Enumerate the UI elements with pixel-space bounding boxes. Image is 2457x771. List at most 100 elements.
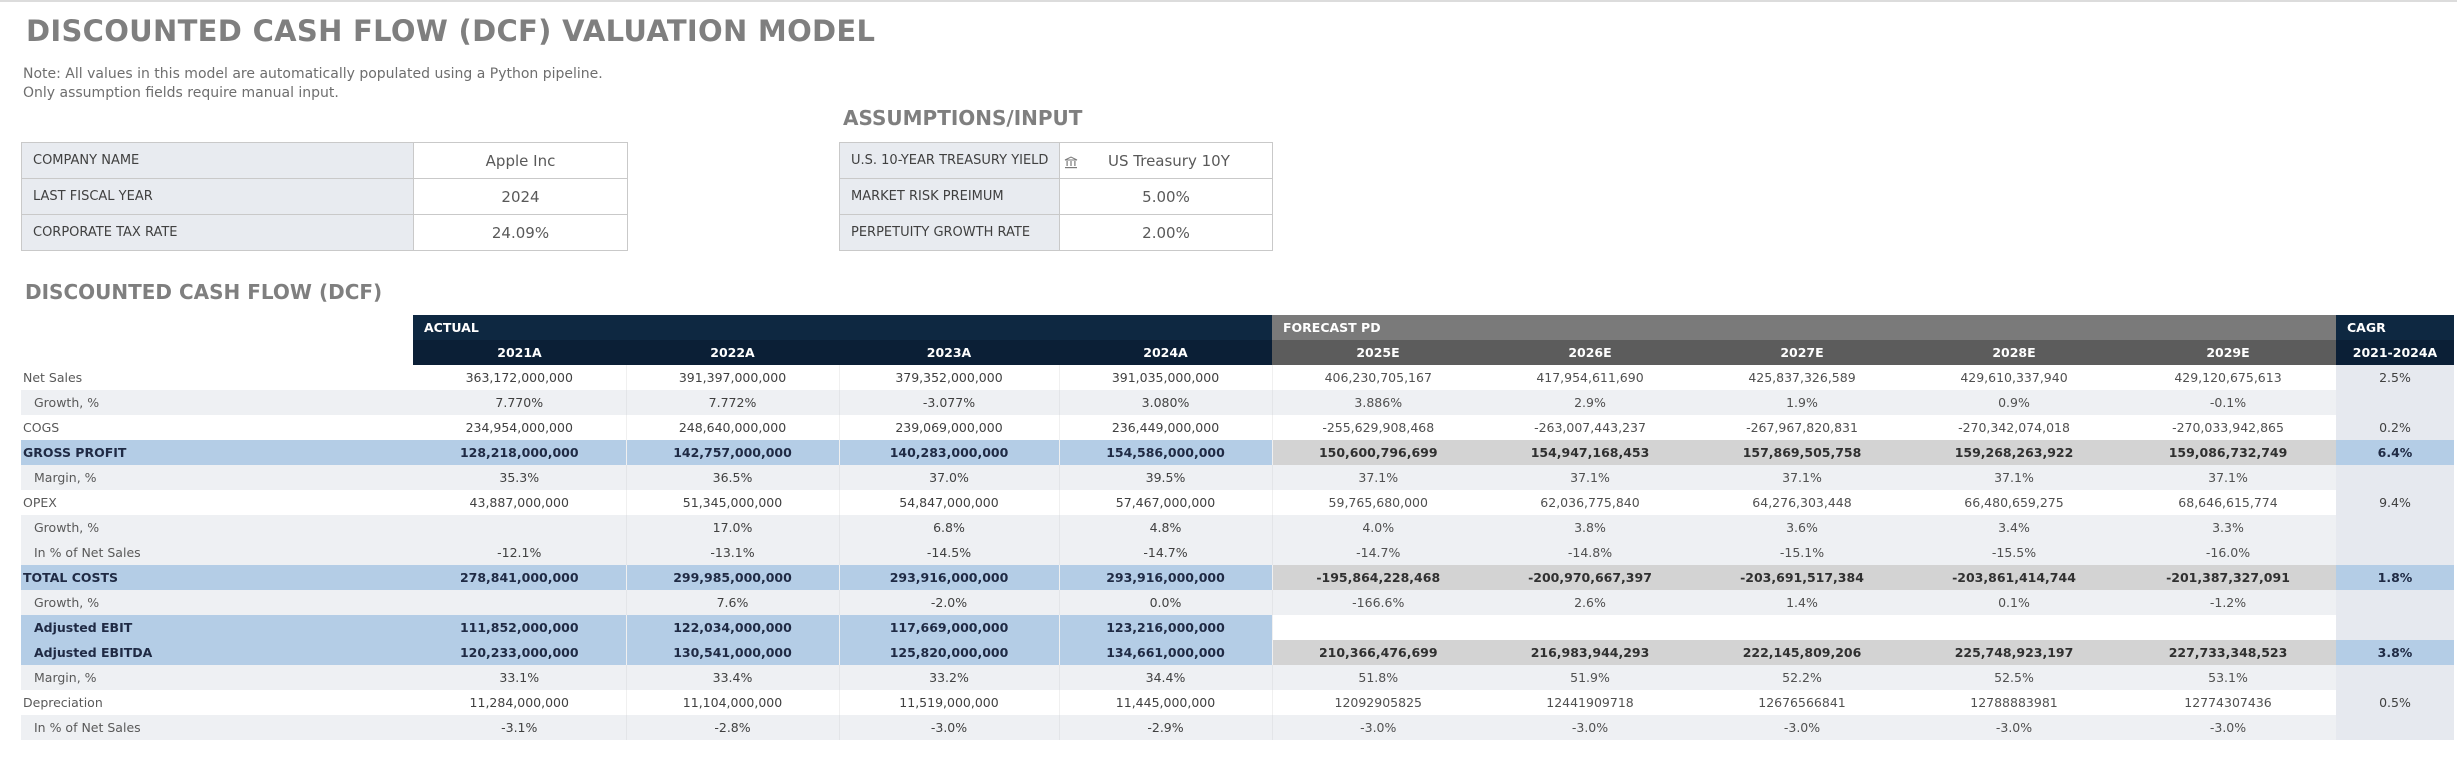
actual-value-cell[interactable]: 7.6% <box>626 590 840 615</box>
cagr-value-cell[interactable] <box>2336 665 2454 690</box>
actual-value-cell[interactable]: 391,397,000,000 <box>626 365 840 390</box>
actual-value-cell[interactable]: 140,283,000,000 <box>839 440 1060 465</box>
actual-value-cell[interactable]: 236,449,000,000 <box>1059 415 1273 440</box>
forecast-value-cell[interactable]: -270,342,074,018 <box>1908 415 2120 440</box>
forecast-value-cell[interactable]: 222,145,809,206 <box>1696 640 1908 665</box>
forecast-value-cell[interactable]: 64,276,303,448 <box>1696 490 1908 515</box>
forecast-value-cell[interactable]: 37.1% <box>2120 465 2336 490</box>
actual-value-cell[interactable]: 37.0% <box>839 465 1060 490</box>
forecast-value-cell[interactable]: -1.2% <box>2120 590 2336 615</box>
actual-value-cell[interactable]: 54,847,000,000 <box>839 490 1060 515</box>
forecast-value-cell[interactable]: -203,691,517,384 <box>1696 565 1908 590</box>
cagr-value-cell[interactable] <box>2336 465 2454 490</box>
forecast-value-cell[interactable]: 12092905825 <box>1272 690 1484 715</box>
actual-value-cell[interactable]: 17.0% <box>626 515 840 540</box>
actual-value-cell[interactable]: 4.8% <box>1059 515 1273 540</box>
cagr-value-cell[interactable]: 2.5% <box>2336 365 2454 390</box>
actual-value-cell[interactable]: 57,467,000,000 <box>1059 490 1273 515</box>
forecast-value-cell[interactable]: -16.0% <box>2120 540 2336 565</box>
forecast-value-cell[interactable]: 159,268,263,922 <box>1908 440 2120 465</box>
forecast-value-cell[interactable]: 3.886% <box>1272 390 1484 415</box>
forecast-value-cell[interactable]: -195,864,228,468 <box>1272 565 1484 590</box>
forecast-value-cell[interactable]: -0.1% <box>2120 390 2336 415</box>
forecast-value-cell[interactable]: 37.1% <box>1484 465 1696 490</box>
actual-value-cell[interactable]: 125,820,000,000 <box>839 640 1060 665</box>
forecast-value-cell[interactable]: 150,600,796,699 <box>1272 440 1484 465</box>
actual-value-cell[interactable]: 293,916,000,000 <box>1059 565 1273 590</box>
actual-value-cell[interactable]: -14.5% <box>839 540 1060 565</box>
actual-value-cell[interactable]: 142,757,000,000 <box>626 440 840 465</box>
forecast-value-cell[interactable]: -203,861,414,744 <box>1908 565 2120 590</box>
actual-value-cell[interactable]: 6.8% <box>839 515 1060 540</box>
cagr-value-cell[interactable] <box>2336 540 2454 565</box>
actual-value-cell[interactable]: 248,640,000,000 <box>626 415 840 440</box>
cagr-value-cell[interactable] <box>2336 515 2454 540</box>
forecast-value-cell[interactable]: -166.6% <box>1272 590 1484 615</box>
forecast-value-cell[interactable]: 52.2% <box>1696 665 1908 690</box>
forecast-value-cell[interactable]: 3.3% <box>2120 515 2336 540</box>
forecast-value-cell[interactable]: 154,947,168,453 <box>1484 440 1696 465</box>
actual-value-cell[interactable]: 43,887,000,000 <box>413 490 627 515</box>
actual-value-cell[interactable]: -3.0% <box>839 715 1060 740</box>
actual-value-cell[interactable]: 3.080% <box>1059 390 1273 415</box>
cagr-value-cell[interactable] <box>2336 615 2454 640</box>
cagr-value-cell[interactable]: 6.4% <box>2336 440 2454 465</box>
actual-value-cell[interactable]: 293,916,000,000 <box>839 565 1060 590</box>
forecast-value-cell[interactable]: 51.9% <box>1484 665 1696 690</box>
forecast-value-cell[interactable]: 0.9% <box>1908 390 2120 415</box>
forecast-value-cell[interactable]: 12788883981 <box>1908 690 2120 715</box>
forecast-value-cell[interactable]: 225,748,923,197 <box>1908 640 2120 665</box>
forecast-value-cell[interactable]: 12774307436 <box>2120 690 2336 715</box>
actual-value-cell[interactable]: 299,985,000,000 <box>626 565 840 590</box>
forecast-value-cell[interactable]: 429,120,675,613 <box>2120 365 2336 390</box>
perpetuity-growth-cell[interactable]: 2.00% <box>1059 214 1273 251</box>
forecast-value-cell[interactable]: 52.5% <box>1908 665 2120 690</box>
forecast-value-cell[interactable]: 37.1% <box>1696 465 1908 490</box>
treasury-yield-cell[interactable]: US Treasury 10Y <box>1059 142 1273 179</box>
forecast-value-cell[interactable]: 12676566841 <box>1696 690 1908 715</box>
forecast-value-cell[interactable]: -14.7% <box>1272 540 1484 565</box>
forecast-value-cell[interactable]: 66,480,659,275 <box>1908 490 2120 515</box>
forecast-value-cell[interactable]: 1.4% <box>1696 590 1908 615</box>
tax-rate-cell[interactable]: 24.09% <box>413 214 628 251</box>
actual-value-cell[interactable]: 7.772% <box>626 390 840 415</box>
actual-value-cell[interactable]: 33.1% <box>413 665 627 690</box>
forecast-value-cell[interactable]: -3.0% <box>1696 715 1908 740</box>
actual-value-cell[interactable]: 11,284,000,000 <box>413 690 627 715</box>
actual-value-cell[interactable]: 117,669,000,000 <box>839 615 1060 640</box>
actual-value-cell[interactable]: 363,172,000,000 <box>413 365 627 390</box>
forecast-value-cell[interactable]: 4.0% <box>1272 515 1484 540</box>
cagr-value-cell[interactable]: 0.5% <box>2336 690 2454 715</box>
actual-value-cell[interactable]: -2.0% <box>839 590 1060 615</box>
forecast-value-cell[interactable]: -3.0% <box>1484 715 1696 740</box>
forecast-value-cell[interactable]: 2.6% <box>1484 590 1696 615</box>
forecast-value-cell[interactable]: 2.9% <box>1484 390 1696 415</box>
actual-value-cell[interactable]: 39.5% <box>1059 465 1273 490</box>
forecast-value-cell[interactable]: -3.0% <box>2120 715 2336 740</box>
actual-value-cell[interactable]: 0.0% <box>1059 590 1273 615</box>
forecast-value-cell[interactable]: 1.9% <box>1696 390 1908 415</box>
forecast-value-cell[interactable] <box>1272 615 1484 640</box>
actual-value-cell[interactable]: 391,035,000,000 <box>1059 365 1273 390</box>
forecast-value-cell[interactable]: 12441909718 <box>1484 690 1696 715</box>
forecast-value-cell[interactable] <box>1484 615 1696 640</box>
actual-value-cell[interactable]: -2.9% <box>1059 715 1273 740</box>
forecast-value-cell[interactable]: -201,387,327,091 <box>2120 565 2336 590</box>
forecast-value-cell[interactable]: 53.1% <box>2120 665 2336 690</box>
forecast-value-cell[interactable]: 159,086,732,749 <box>2120 440 2336 465</box>
actual-value-cell[interactable]: 33.2% <box>839 665 1060 690</box>
actual-value-cell[interactable] <box>413 590 627 615</box>
actual-value-cell[interactable]: 122,034,000,000 <box>626 615 840 640</box>
cagr-value-cell[interactable]: 9.4% <box>2336 490 2454 515</box>
actual-value-cell[interactable]: 11,519,000,000 <box>839 690 1060 715</box>
forecast-value-cell[interactable]: 59,765,680,000 <box>1272 490 1484 515</box>
forecast-value-cell[interactable]: -263,007,443,237 <box>1484 415 1696 440</box>
forecast-value-cell[interactable]: 425,837,326,589 <box>1696 365 1908 390</box>
forecast-value-cell[interactable]: 429,610,337,940 <box>1908 365 2120 390</box>
forecast-value-cell[interactable]: 417,954,611,690 <box>1484 365 1696 390</box>
cagr-value-cell[interactable] <box>2336 390 2454 415</box>
actual-value-cell[interactable]: -13.1% <box>626 540 840 565</box>
actual-value-cell[interactable]: 128,218,000,000 <box>413 440 627 465</box>
actual-value-cell[interactable]: 11,445,000,000 <box>1059 690 1273 715</box>
actual-value-cell[interactable]: 278,841,000,000 <box>413 565 627 590</box>
